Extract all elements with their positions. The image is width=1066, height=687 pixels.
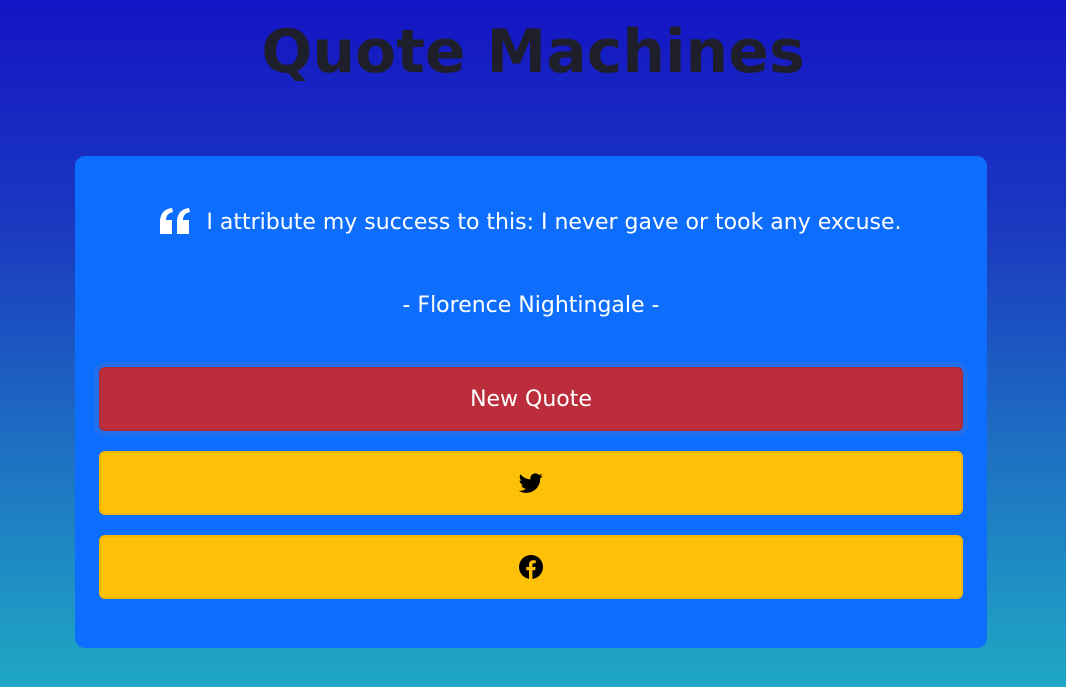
twitter-icon <box>519 473 543 493</box>
quote-author: - Florence Nightingale - <box>402 293 660 318</box>
quote-left-icon <box>160 208 191 234</box>
quote-text: I attribute my success to this: I never … <box>206 210 902 235</box>
quote-row: I attribute my success to this: I never … <box>75 208 987 238</box>
new-quote-button[interactable]: New Quote <box>99 367 963 431</box>
tweet-quote-button[interactable] <box>99 451 963 515</box>
quote-card: I attribute my success to this: I never … <box>75 156 987 648</box>
page-title: Quote Machines <box>261 17 805 87</box>
new-quote-button-label: New Quote <box>470 386 592 412</box>
facebook-share-button[interactable] <box>99 535 963 599</box>
facebook-icon <box>519 555 543 579</box>
